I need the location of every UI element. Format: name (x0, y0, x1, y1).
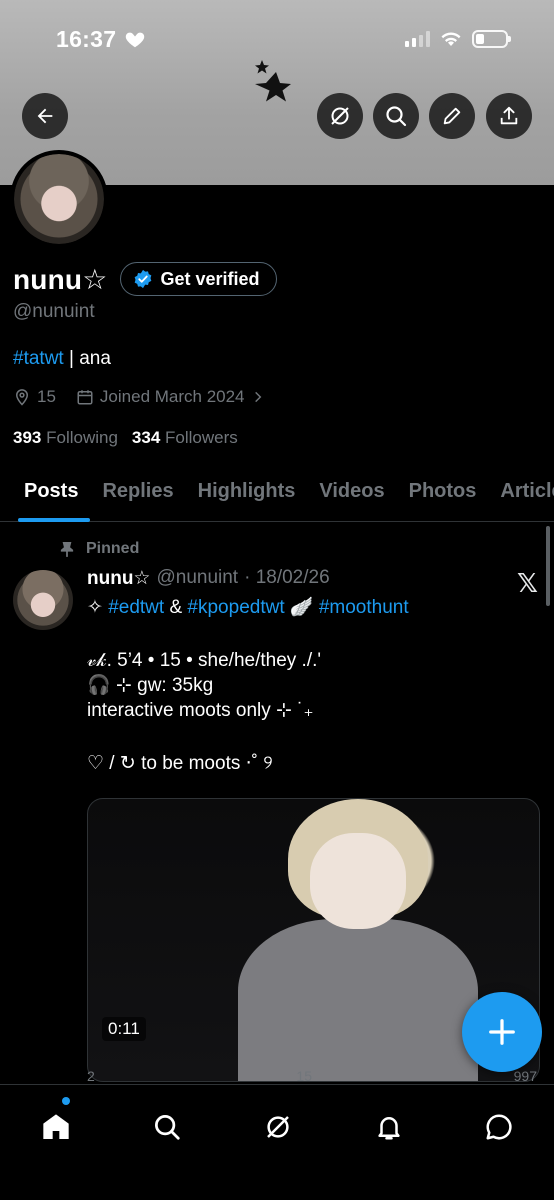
tab-highlights[interactable]: Highlights (186, 470, 308, 521)
home-icon (43, 1114, 69, 1139)
grok-icon (331, 107, 349, 125)
scrollbar[interactable] (546, 526, 550, 606)
nav-home[interactable] (28, 1099, 84, 1155)
post-line-hashtags: ✧ #edtwt & #kpopedtwt 🪽 #moothunt (87, 595, 527, 620)
bottom-nav (0, 1084, 554, 1200)
pinned-label: Pinned (86, 540, 140, 557)
post-actions: 2 15 997 (87, 1068, 537, 1084)
like-count[interactable]: 15 (296, 1068, 312, 1084)
joined-text: Joined March 2024 (99, 387, 245, 406)
profile-name-row: nunu☆ Get verified (13, 262, 277, 296)
arrow-left-icon (37, 108, 53, 124)
bio-hashtag-link[interactable]: #tatwt (13, 348, 64, 369)
search-icon (386, 106, 407, 127)
status-indicators (405, 30, 511, 48)
verified-badge-icon (134, 269, 151, 289)
location-pin-icon (15, 389, 29, 406)
pencil-icon (443, 107, 461, 125)
joined-item[interactable]: Joined March 2024 (76, 387, 265, 407)
search-button[interactable] (373, 93, 419, 139)
share-icon (500, 106, 518, 125)
post-body: ✧ #edtwt & #kpopedtwt 🪽 #moothunt 𝓋𝓀. 5’… (87, 595, 527, 776)
get-verified-button[interactable]: Get verified (119, 262, 277, 296)
post-author-avatar[interactable] (13, 570, 73, 630)
location-item: 15 (13, 387, 56, 407)
tab-posts[interactable]: Posts (0, 470, 91, 522)
hashtag-moothunt[interactable]: #moothunt (319, 597, 409, 618)
pin-icon (60, 542, 74, 557)
video-duration: 0:11 (102, 1017, 146, 1041)
tab-photos[interactable]: Photos (397, 470, 489, 521)
tab-replies[interactable]: Replies (90, 470, 185, 521)
location-text: 15 (37, 387, 56, 406)
post-line-3: 🎧 ⊹ gw: 35kg (87, 675, 214, 696)
followers-label: Followers (165, 428, 238, 447)
view-count[interactable]: 997 (514, 1068, 537, 1084)
bio-text: | ana (63, 348, 111, 369)
reply-count[interactable]: 2 (87, 1068, 95, 1084)
battery-icon (472, 30, 511, 48)
profile-bio: #tatwt | ana (13, 348, 111, 370)
post-line-amp: & (164, 597, 188, 618)
nav-search[interactable] (139, 1099, 195, 1155)
profile-name: nunu☆ (13, 263, 108, 295)
followers-link[interactable]: 334 Followers (132, 428, 238, 448)
post-author-name[interactable]: nunu☆ (87, 567, 150, 590)
plus-icon (489, 1019, 515, 1045)
wifi-icon (441, 32, 461, 46)
post-line-2: 𝓋𝓀. 5’4 • 15 • she/he/they ./.' (87, 650, 322, 671)
notification-dot (62, 1097, 70, 1105)
nav-grok[interactable] (250, 1099, 306, 1155)
back-button[interactable] (22, 93, 68, 139)
post-date[interactable]: · 18/02/26 (244, 567, 330, 590)
calendar-icon (77, 390, 93, 405)
compose-post-button[interactable] (462, 992, 542, 1072)
grok-icon (267, 1116, 289, 1138)
status-time: 16:37 (56, 26, 117, 52)
post-author-handle[interactable]: @nunuint (156, 567, 238, 590)
nav-messages[interactable] (471, 1099, 527, 1155)
chevron-right-icon (254, 391, 261, 403)
profile-avatar[interactable] (10, 150, 108, 248)
hashtag-kpopedtwt[interactable]: #kpopedtwt (187, 597, 284, 618)
post-line-5: ♡ / ↻ to be moots ‧˚ ୨ (87, 753, 273, 774)
nav-notifications[interactable] (361, 1099, 417, 1155)
heart-icon (125, 32, 145, 48)
hashtag-edtwt[interactable]: #edtwt (108, 597, 164, 618)
follow-stats: 393 Following 334 Followers (13, 428, 238, 448)
share-button[interactable] (486, 93, 532, 139)
get-verified-label: Get verified (160, 268, 260, 289)
following-link[interactable]: 393 Following (13, 428, 118, 448)
tab-articles[interactable]: Articles (488, 470, 554, 521)
profile-tabs: Posts Replies Highlights Videos Photos A… (0, 470, 554, 522)
edit-button[interactable] (429, 93, 475, 139)
pinned-indicator: Pinned (60, 540, 139, 558)
post-line-prefix: ✧ (87, 597, 109, 618)
followers-count: 334 (131, 428, 161, 447)
grok-button[interactable] (317, 93, 363, 139)
post-line-wing: 🪽 (284, 597, 319, 618)
profile-meta: 15 Joined March 2024 (13, 387, 285, 407)
profile-handle: @nunuint (13, 301, 95, 322)
chat-bubble-icon (486, 1114, 512, 1140)
post-header: nunu☆ @nunuint · 18/02/26 (87, 567, 330, 590)
post-line-4: interactive moots only ⊹ ˙₊ (87, 700, 314, 721)
tab-videos[interactable]: Videos (307, 470, 396, 521)
following-label: Following (46, 428, 118, 447)
following-count: 393 (13, 428, 42, 447)
search-icon (155, 1115, 180, 1140)
star-sticker-icon (255, 60, 291, 102)
cellular-signal-icon (405, 31, 430, 47)
bell-icon (378, 1117, 400, 1140)
